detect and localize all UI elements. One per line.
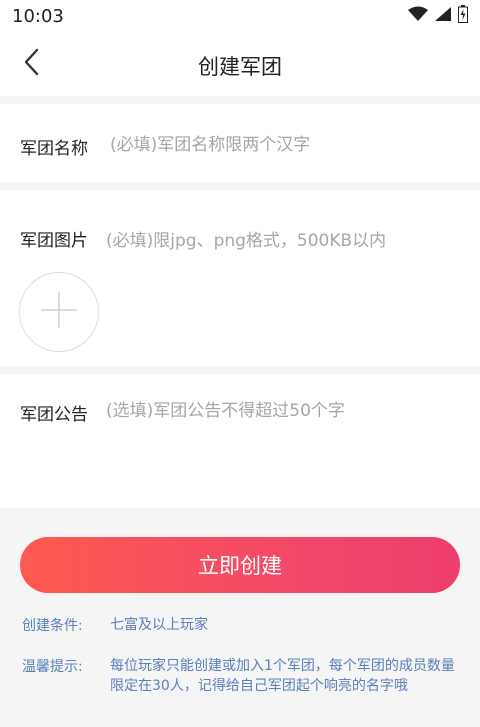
notice-textarea[interactable] — [106, 399, 460, 495]
status-time: 10:03 — [12, 6, 64, 27]
notice-label: 军团公告 — [20, 405, 88, 425]
condition-value: 七富及以上玩家 — [110, 617, 208, 633]
status-icons — [408, 5, 468, 27]
create-button[interactable]: 立即创建 — [20, 537, 460, 593]
signal-icon — [434, 6, 452, 26]
nav-bar: 创建军团 — [0, 32, 480, 96]
image-label: 军团图片 — [20, 231, 88, 251]
image-section: 军团图片 (必填)限jpg、png格式，500KB以内 — [0, 190, 480, 366]
notice-section: 军团公告 — [0, 374, 480, 508]
name-input[interactable] — [110, 132, 460, 158]
upload-image-button[interactable] — [19, 272, 99, 352]
plus-icon — [39, 290, 79, 334]
page-title: 创建军团 — [198, 55, 282, 79]
tips-value: 每位玩家只能创建或加入1个军团，每个军团的成员数量限定在30人，记得给自己军团起… — [110, 658, 455, 694]
image-hint: (必填)限jpg、png格式，500KB以内 — [106, 231, 387, 251]
battery-icon — [458, 5, 468, 27]
condition-label: 创建条件: — [22, 618, 83, 634]
status-bar: 10:03 — [0, 0, 480, 32]
name-label: 军团名称 — [20, 139, 88, 159]
wifi-icon — [408, 6, 428, 26]
tips-label: 温馨提示: — [22, 659, 83, 675]
name-section: 军团名称 — [0, 104, 480, 182]
